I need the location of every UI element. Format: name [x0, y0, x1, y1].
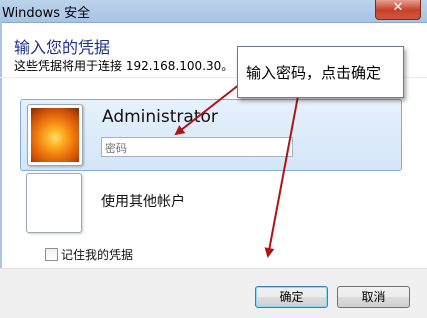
arrow-to-password: [174, 83, 241, 136]
annotation-text: 输入密码，点击确定: [246, 64, 382, 82]
annotation-callout: 输入密码，点击确定: [237, 46, 404, 98]
arrow-to-ok-button: [264, 95, 299, 258]
